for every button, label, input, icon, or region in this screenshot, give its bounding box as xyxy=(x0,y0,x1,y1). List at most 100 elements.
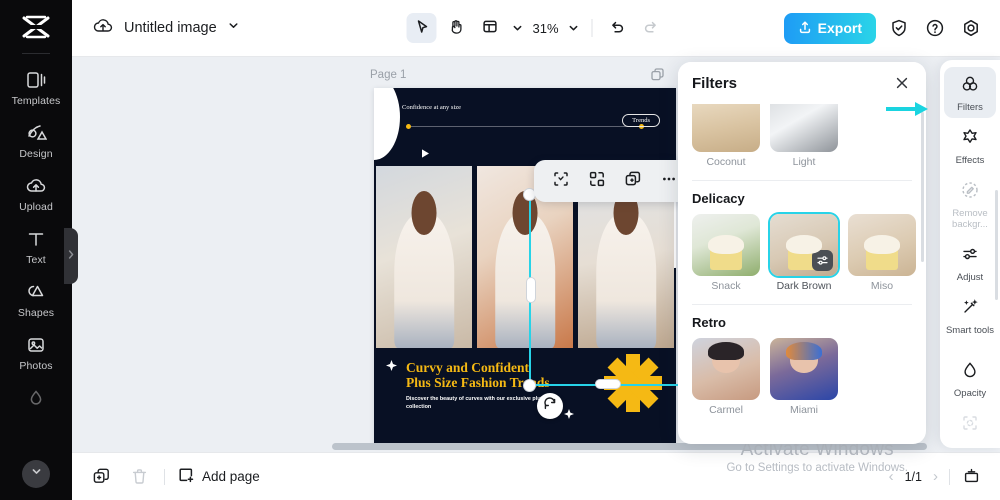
filter-row-top: Coconut Light xyxy=(692,104,912,168)
cursor-arrow-icon xyxy=(413,18,430,38)
filter-label: Dark Brown xyxy=(776,280,832,292)
filter-label: Miami xyxy=(790,404,818,416)
page-actions: Add page xyxy=(72,464,260,490)
undo-icon xyxy=(608,18,625,38)
shield-check-icon[interactable] xyxy=(886,15,912,41)
presentation-icon[interactable] xyxy=(958,464,984,490)
document-title[interactable]: Untitled image xyxy=(124,20,217,36)
right-rail-scrollbar[interactable] xyxy=(995,190,998,300)
sidebar-item-design[interactable]: Design xyxy=(0,113,72,166)
sidebar-item-label: Templates xyxy=(11,95,61,107)
design-photo-left[interactable] xyxy=(376,166,472,348)
sidebar-collapse-handle[interactable] xyxy=(64,228,78,284)
design-artboard[interactable]: Confidence at any size Trends Curvy and … xyxy=(374,88,676,445)
filter-item-miso[interactable]: Miso xyxy=(848,214,916,292)
select-tool-button[interactable] xyxy=(406,13,437,43)
title-chevron-down-icon[interactable] xyxy=(227,19,240,37)
filter-thumbnail xyxy=(770,214,838,276)
photos-icon xyxy=(25,334,47,356)
filters-section-title-delicacy: Delicacy xyxy=(692,191,745,206)
close-icon[interactable] xyxy=(892,73,912,93)
filter-item-carmel[interactable]: Carmel xyxy=(692,338,760,416)
sidebar-item-text[interactable]: Text xyxy=(0,219,72,272)
design-asterisk-shape[interactable] xyxy=(602,352,664,419)
design-trends-badge[interactable]: Trends xyxy=(622,114,660,127)
tool-adjust[interactable]: Adjust xyxy=(944,237,996,288)
filter-item-snack[interactable]: Snack xyxy=(692,214,760,292)
replace-image-icon xyxy=(588,170,606,193)
opacity-drop-icon xyxy=(25,387,47,409)
design-header-text[interactable]: Confidence at any size xyxy=(402,104,461,111)
design-sparkle-2 xyxy=(564,406,574,424)
chevron-left-icon[interactable]: ‹ xyxy=(886,468,897,485)
filter-item-dark-brown[interactable]: Dark Brown xyxy=(770,214,838,292)
layout-icon xyxy=(481,18,498,38)
sidebar-item-upload[interactable]: Upload xyxy=(0,166,72,219)
design-title[interactable]: Curvy and Confident Plus Size Fashion Tr… xyxy=(406,360,550,390)
tool-label: Filters xyxy=(957,102,983,113)
design-subtitle[interactable]: Discover the beauty of curves with our e… xyxy=(406,396,558,411)
right-tool-rail: Filters Effects Remove backgr... Adjust … xyxy=(940,60,1000,448)
redo-button[interactable] xyxy=(636,13,666,43)
question-circle-icon[interactable] xyxy=(922,15,948,41)
filter-thumbnail xyxy=(770,338,838,400)
sidebar-item-label: Upload xyxy=(19,201,53,213)
filter-item-light[interactable]: Light xyxy=(770,104,838,168)
duplicate-button[interactable] xyxy=(618,166,648,196)
canvas-horizontal-scrollbar[interactable] xyxy=(332,443,927,450)
annotation-arrow-icon xyxy=(886,101,930,122)
rotate-handle[interactable] xyxy=(537,393,563,419)
layout-tool-button[interactable] xyxy=(475,13,505,43)
templates-icon xyxy=(25,69,47,91)
zoom-chevron-down-icon[interactable] xyxy=(565,13,583,43)
shapes-icon xyxy=(25,281,47,303)
page-duplicate-icon[interactable] xyxy=(650,67,665,87)
tool-effects[interactable]: Effects xyxy=(944,120,996,171)
chevron-right-icon[interactable]: › xyxy=(930,468,941,485)
design-title-line2: Plus Size Fashion Trends xyxy=(406,375,550,390)
crop-button[interactable] xyxy=(546,166,576,196)
design-dot-left xyxy=(406,124,411,129)
chevron-down-icon xyxy=(30,465,43,483)
filter-item-miami[interactable]: Miami xyxy=(770,338,838,416)
add-page-label: Add page xyxy=(202,469,260,484)
page-count-label: 1/1 xyxy=(904,469,922,484)
filters-panel-scrollbar[interactable] xyxy=(921,112,924,262)
sidebar-item-photos[interactable]: Photos xyxy=(0,325,72,378)
sidebar-item-templates[interactable]: Templates xyxy=(0,60,72,113)
layout-chevron-down-icon[interactable] xyxy=(509,13,527,43)
effects-star-icon xyxy=(960,127,980,152)
filters-scroll-container[interactable]: Coconut Light Delicacy Snack Dark Brown … xyxy=(678,104,926,444)
tool-smart-tools[interactable]: Smart tools xyxy=(944,290,996,341)
crop-dashed-icon xyxy=(960,413,980,438)
sliders-icon[interactable] xyxy=(812,250,833,271)
sidebar-expand-button[interactable] xyxy=(22,460,50,488)
filter-item-coconut[interactable]: Coconut xyxy=(692,104,760,168)
duplicate-page-icon[interactable] xyxy=(88,464,114,490)
bottom-divider xyxy=(949,468,950,485)
hand-icon xyxy=(447,18,464,38)
tool-remove-background[interactable]: Remove backgr... xyxy=(944,173,996,235)
export-button[interactable]: Export xyxy=(783,12,876,44)
text-icon xyxy=(25,228,47,250)
add-page-button[interactable]: Add page xyxy=(177,466,260,487)
design-divider-line xyxy=(408,126,642,127)
cloud-upload-icon[interactable] xyxy=(92,15,114,42)
tool-opacity[interactable]: Opacity xyxy=(944,353,996,404)
sidebar-item-more[interactable] xyxy=(0,378,72,431)
sidebar-item-shapes[interactable]: Shapes xyxy=(0,272,72,325)
filter-row-delicacy: Snack Dark Brown Miso xyxy=(692,214,916,292)
tool-filters[interactable]: Filters xyxy=(944,67,996,118)
replace-image-button[interactable] xyxy=(582,166,612,196)
redo-icon xyxy=(642,18,659,38)
capcut-logo-icon[interactable] xyxy=(21,14,51,45)
upload-cloud-icon xyxy=(25,175,47,197)
sidebar-divider xyxy=(22,53,50,54)
tool-crop-disabled xyxy=(944,406,996,448)
crop-icon xyxy=(552,170,570,193)
hand-tool-button[interactable] xyxy=(441,13,471,43)
filters-section-title-retro: Retro xyxy=(692,315,726,330)
undo-button[interactable] xyxy=(602,13,632,43)
filter-row-retro: Carmel Miami xyxy=(692,338,912,416)
gear-icon[interactable] xyxy=(958,15,984,41)
